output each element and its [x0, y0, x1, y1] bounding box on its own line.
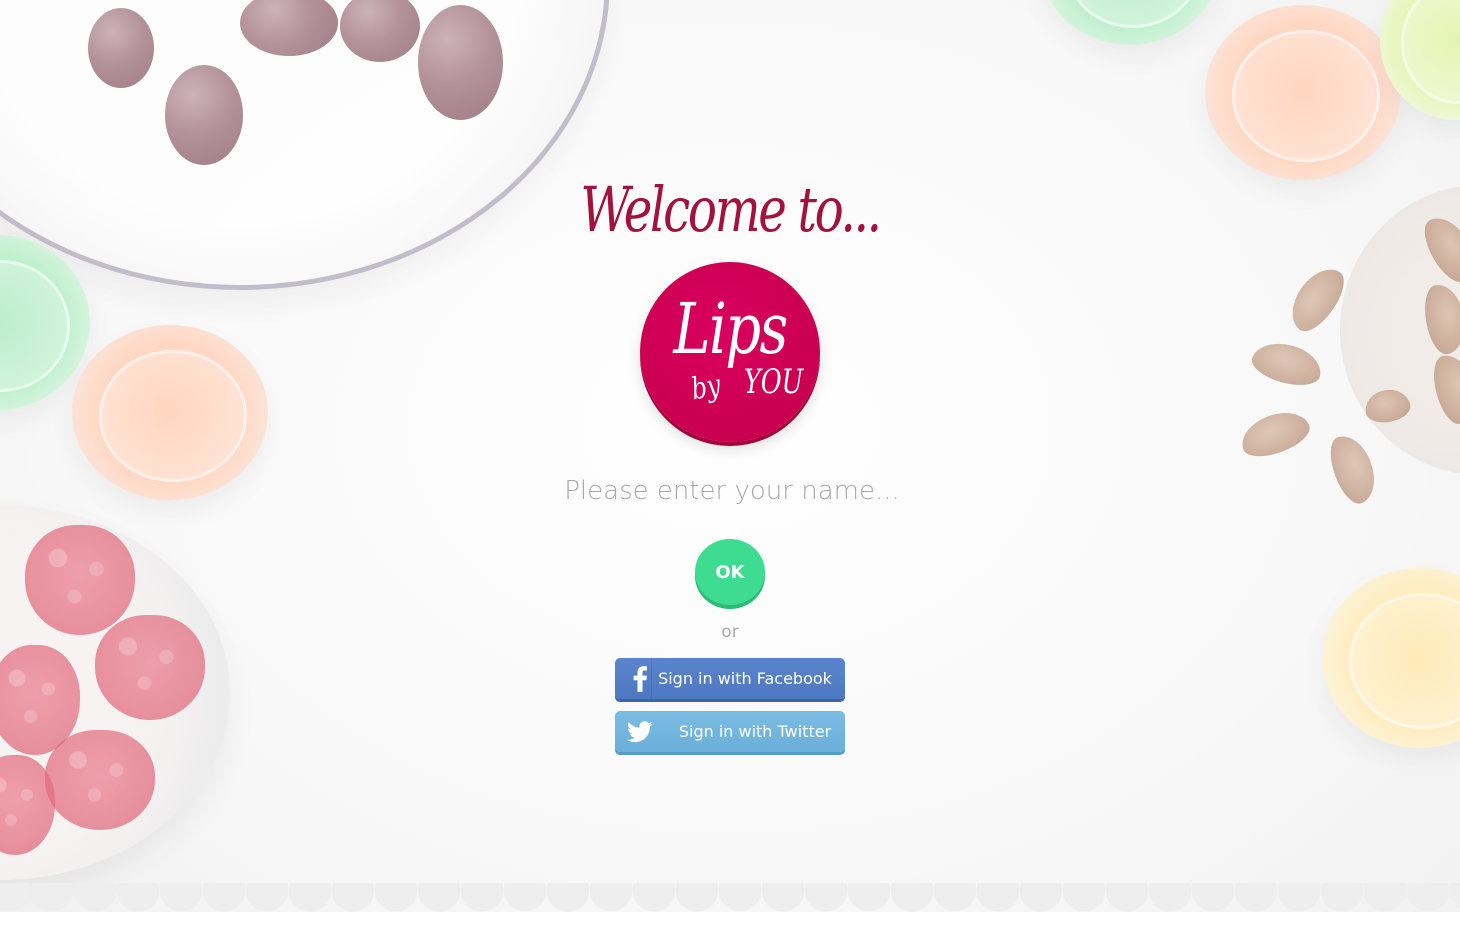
- facebook-signin-button[interactable]: Sign in with Facebook: [615, 658, 845, 699]
- facebook-signin-label: Sign in with Facebook: [658, 669, 832, 688]
- logo-text-by: by: [688, 367, 724, 408]
- lips-by-you-logo: Lips by YOU: [640, 262, 820, 442]
- twitter-icon: [625, 717, 655, 747]
- logo-text-you: YOU: [743, 362, 804, 402]
- decorative-almonds: [1230, 209, 1460, 520]
- name-input[interactable]: [530, 465, 934, 517]
- decorative-raspberries: [0, 520, 220, 860]
- decorative-glass: [1380, 0, 1460, 120]
- twitter-signin-label: Sign in with Twitter: [678, 722, 832, 741]
- ok-button[interactable]: OK: [695, 539, 765, 605]
- decorative-glass: [0, 235, 90, 410]
- logo-text-lips: Lips: [673, 288, 788, 370]
- decorative-glass: [1322, 568, 1460, 748]
- scalloped-border: [0, 883, 1460, 915]
- or-divider-text: or: [721, 622, 739, 642]
- decorative-glass: [72, 325, 268, 500]
- decorative-almond-bowl: [1340, 185, 1460, 475]
- login-page: Welcome to... Lips by YOU OK or Sign in …: [0, 0, 1460, 950]
- decorative-glass: [1205, 5, 1401, 180]
- decorative-bowl: [0, 505, 230, 880]
- decorative-glass: [1040, 0, 1220, 45]
- twitter-signin-button[interactable]: Sign in with Twitter: [615, 711, 845, 752]
- facebook-icon-divider: [651, 658, 652, 699]
- welcome-heading: Welcome to...: [580, 173, 882, 246]
- footer-strip: [0, 912, 1460, 950]
